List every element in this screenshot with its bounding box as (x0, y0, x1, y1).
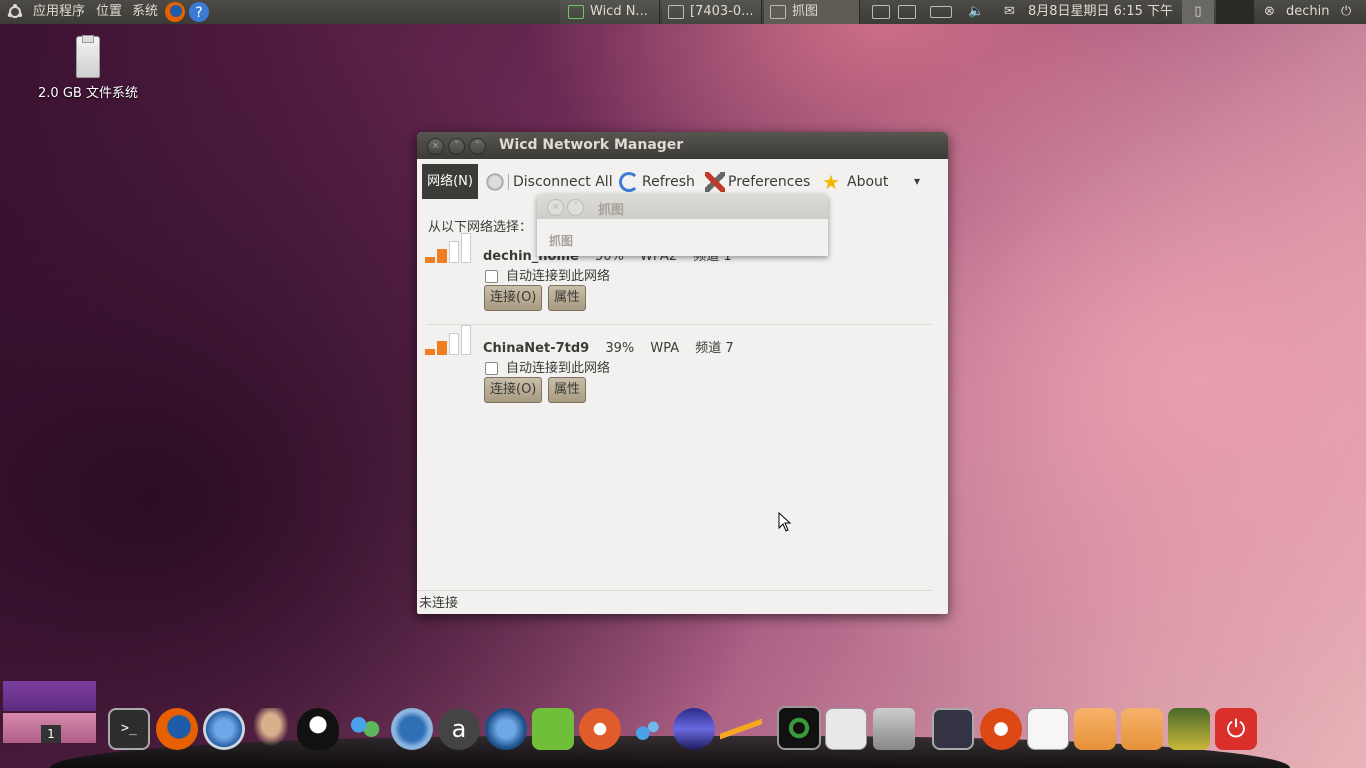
window-manager-icon[interactable] (932, 708, 974, 750)
battery-icon[interactable] (930, 0, 958, 24)
close-icon[interactable]: × (427, 138, 444, 155)
browser-icon[interactable] (203, 708, 245, 750)
refresh-button[interactable]: Refresh (619, 172, 695, 192)
network-security: WPA (650, 341, 680, 356)
eclipse-icon[interactable] (673, 708, 715, 750)
minimize-icon[interactable]: ˅ (567, 199, 584, 216)
camera-dock-icon[interactable] (873, 708, 915, 750)
properties-button[interactable]: 属性 (548, 377, 587, 403)
maximize-icon[interactable]: ˄ (469, 138, 486, 155)
auto-connect-checkbox[interactable]: 自动连接到此网络 (485, 357, 610, 376)
taskbar-item-image-viewer[interactable]: [7403-0... (662, 0, 762, 24)
terminal-icon[interactable]: >_ (108, 708, 150, 750)
shutdown-icon[interactable]: ⏻ (1215, 708, 1257, 750)
menu-applications[interactable]: 应用程序 (33, 0, 85, 24)
window-title: Wicd Network Manager (499, 137, 684, 153)
firefox-launcher-icon[interactable] (164, 1, 186, 25)
red-panda-icon[interactable] (579, 708, 621, 750)
screenshot-title: 抓图 (598, 203, 625, 218)
folder-icon[interactable] (1074, 708, 1116, 750)
image-viewer-icon (668, 4, 684, 19)
user-status-icon[interactable]: ⊗ (1264, 0, 1275, 24)
status-divider (417, 590, 932, 591)
workspace-thumbnail[interactable] (3, 681, 96, 711)
taskbar-item-wicd[interactable]: Wicd N... (560, 0, 660, 24)
help-launcher-icon[interactable]: ? (188, 1, 210, 25)
workspace-number: 1 (41, 725, 61, 743)
network-info: ChinaNet-7td9 39% WPA 频道 7 (483, 337, 734, 356)
close-icon[interactable]: × (547, 199, 564, 216)
messenger-icon[interactable] (344, 708, 386, 750)
network-entry: dechin_home 50% WPA2 频道 1 自动连接到此网络 连接(O)… (417, 233, 948, 325)
firefox-icon[interactable] (156, 708, 198, 750)
toolbar-overflow-button[interactable]: ▾ (914, 172, 920, 190)
bubbles-icon[interactable] (626, 708, 668, 750)
thunderbird-icon[interactable] (391, 708, 433, 750)
network-indicator-icon[interactable] (872, 0, 896, 24)
menu-system[interactable]: 系统 (132, 0, 158, 24)
screenshot-body-text: 抓图 (549, 234, 574, 248)
show-desktop-icon[interactable]: ▯ (1182, 0, 1214, 24)
menu-places[interactable]: 位置 (96, 0, 122, 24)
network-ssid: ChinaNet-7td9 (483, 341, 590, 356)
checkbox-box[interactable] (485, 362, 498, 375)
downloads-folder-icon[interactable] (1121, 708, 1163, 750)
auto-connect-checkbox[interactable]: 自动连接到此网络 (485, 265, 610, 284)
usb-drive-desktop-icon[interactable]: 2.0 GB 文件系统 (30, 35, 146, 101)
checkbox-box[interactable] (485, 270, 498, 283)
connect-button[interactable]: 连接(O) (484, 285, 543, 311)
status-bar: 未连接 (419, 596, 459, 611)
mail-icon[interactable]: ✉ (1004, 0, 1015, 24)
text-editor-icon[interactable] (1027, 708, 1069, 750)
about-button[interactable]: ★ About (822, 170, 888, 194)
star-icon: ★ (822, 170, 840, 194)
amazon-icon[interactable]: a (438, 708, 480, 750)
volume-icon[interactable]: 🔈 (968, 0, 984, 24)
network-channel: 频道 7 (695, 341, 734, 356)
ubuntu-dock-icon[interactable] (980, 708, 1022, 750)
workspace-switcher[interactable] (1216, 0, 1254, 24)
camera-icon (770, 4, 786, 19)
workspace-thumbnail[interactable]: 1 (3, 713, 96, 743)
wicd-icon (568, 4, 584, 19)
tools-icon (705, 172, 725, 192)
clock[interactable]: 8月8日星期日 6:15 下午 (1028, 0, 1173, 24)
green-app-icon[interactable] (532, 708, 574, 750)
top-panel: 应用程序 位置 系统 ? Wicd N... [7403-0... 抓图 🔈 ✉… (0, 0, 1366, 24)
brush-icon[interactable] (720, 708, 762, 750)
window-titlebar[interactable]: × ˅ ˄ Wicd Network Manager (417, 132, 948, 159)
amule-icon[interactable] (250, 708, 292, 750)
preferences-button[interactable]: Preferences (705, 172, 810, 192)
network-entry: ChinaNet-7td9 39% WPA 频道 7 自动连接到此网络 连接(O… (417, 325, 948, 417)
image-folder-icon[interactable] (1168, 708, 1210, 750)
network-strength: 39% (605, 341, 635, 356)
minimize-icon[interactable]: ˅ (448, 138, 465, 155)
usb-drive-icon (76, 35, 100, 78)
mouse-cursor-icon (778, 512, 792, 532)
qq-icon[interactable] (297, 708, 339, 750)
screenshot-window: × ˅ 抓图 抓图 (537, 194, 828, 256)
screenshot-titlebar[interactable]: × ˅ 抓图 (537, 194, 828, 219)
taskbar-item-screenshot[interactable]: 抓图 (764, 0, 860, 24)
divider (427, 324, 932, 325)
astrill-icon[interactable] (485, 708, 527, 750)
workspace-preview[interactable]: 1 (3, 681, 96, 743)
wicd-dock-icon[interactable] (777, 706, 821, 750)
choose-network-label: 从以下网络选择： (428, 220, 533, 235)
menu-network[interactable]: 网络(N) (422, 164, 478, 199)
keyboard-indicator-icon[interactable] (898, 0, 922, 24)
user-name[interactable]: dechin (1286, 0, 1330, 24)
screenshot-viewer-icon[interactable] (825, 708, 867, 750)
disconnect-all-button[interactable]: Disconnect All (485, 172, 613, 192)
plug-icon (485, 172, 505, 192)
power-icon[interactable]: ⏻ (1341, 0, 1351, 24)
properties-button[interactable]: 属性 (548, 285, 587, 311)
usb-drive-label: 2.0 GB 文件系统 (38, 86, 138, 101)
refresh-icon (619, 172, 639, 192)
svg-text:?: ? (195, 5, 202, 21)
ubuntu-logo-icon[interactable] (6, 0, 24, 24)
connect-button[interactable]: 连接(O) (484, 377, 543, 403)
